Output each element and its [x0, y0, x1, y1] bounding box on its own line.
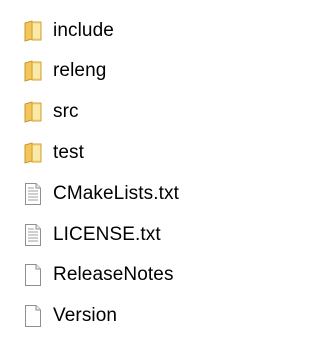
file-item-version[interactable]: Version: [22, 301, 262, 331]
item-label: LICENSE.txt: [53, 224, 161, 245]
item-label: releng: [53, 60, 107, 81]
item-label: test: [53, 142, 85, 163]
folder-item-test[interactable]: test: [22, 138, 262, 168]
item-label: CMakeLists.txt: [53, 183, 179, 204]
folder-icon: [22, 20, 44, 42]
item-label: include: [53, 20, 114, 41]
folder-item-src[interactable]: src: [22, 97, 262, 127]
item-label: Version: [53, 305, 118, 326]
folder-item-releng[interactable]: releng: [22, 56, 262, 86]
item-label: ReleaseNotes: [53, 264, 174, 285]
file-icon: [22, 305, 44, 327]
text-file-icon: [22, 224, 44, 246]
folder-icon: [22, 60, 44, 82]
folder-icon: [22, 142, 44, 164]
text-file-icon: [22, 183, 44, 205]
folder-icon: [22, 101, 44, 123]
file-list: include releng src test CMakeLists.txt L…: [0, 0, 279, 349]
item-label: src: [53, 101, 79, 122]
file-item-cmakelists[interactable]: CMakeLists.txt: [22, 179, 262, 209]
file-item-releasenotes[interactable]: ReleaseNotes: [22, 260, 262, 290]
file-icon: [22, 264, 44, 286]
file-item-license[interactable]: LICENSE.txt: [22, 220, 262, 250]
folder-item-include[interactable]: include: [22, 16, 262, 46]
